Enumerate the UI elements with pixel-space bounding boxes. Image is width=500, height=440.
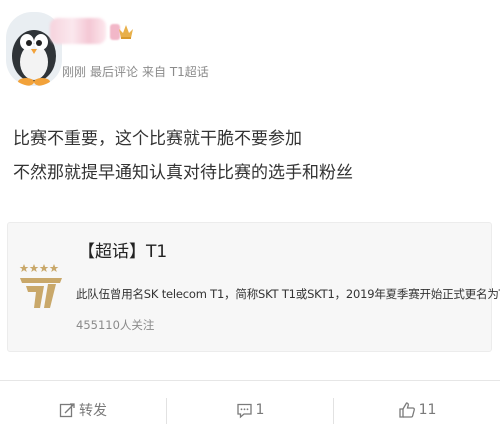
repost-icon (59, 402, 75, 417)
card-title: 【超话】T1 (78, 242, 168, 262)
crown-icon (118, 22, 134, 40)
like-button[interactable]: 11 (334, 381, 500, 439)
like-count: 11 (418, 402, 437, 418)
post-time: 刚刚 (62, 65, 87, 79)
repost-label: 转发 (79, 403, 107, 419)
content-line: 不然那就提早通知认真对待比赛的选手和粉丝 (13, 163, 353, 183)
comment-count: 1 (255, 402, 265, 418)
t1-logo-icon (16, 250, 68, 320)
comment-button[interactable]: 1 (167, 381, 333, 439)
supertopic-card[interactable]: 【超话】T1 此队伍曾用名SK telecom T1，简称SKT T1或SKT1… (7, 222, 500, 352)
thumbs-up-icon (398, 402, 415, 418)
post-content: 比赛不重要，这个比赛就干脆不要参加 不然那就提早通知认真对待比赛的选手和粉丝 (13, 122, 493, 190)
post-header: 刚刚 最后评论 来自 T1超话 (0, 0, 500, 95)
action-bar: 转发 1 11 (0, 380, 500, 440)
card-description: 此队伍曾用名SK telecom T1，简称SKT T1或SKT1，2019年夏… (76, 287, 500, 301)
content-line: 比赛不重要，这个比赛就干脆不要参加 (13, 129, 302, 149)
card-followers: 455110人关注 (76, 318, 155, 332)
last-comment-label: 最后评论 (90, 65, 139, 79)
post-source[interactable]: 来自 T1超话 (142, 65, 209, 79)
post-meta: 刚刚 最后评论 来自 T1超话 (62, 63, 213, 80)
comment-icon (236, 403, 252, 418)
repost-button[interactable]: 转发 (0, 381, 166, 439)
